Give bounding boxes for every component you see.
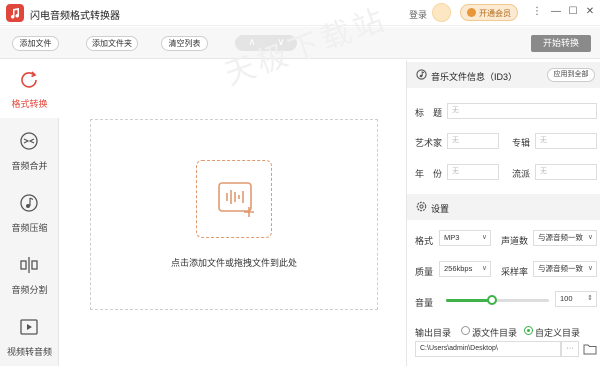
samplerate-label: 采样率 <box>501 267 529 277</box>
id3-header: 音乐文件信息（ID3） 应用到全部 <box>407 62 600 88</box>
video-icon <box>20 319 38 335</box>
login-link[interactable]: 登录 <box>409 8 427 21</box>
sidebar-item-merge[interactable]: 音频合并 <box>0 122 59 180</box>
add-audio-icon <box>196 160 272 238</box>
music-info-icon <box>416 69 427 80</box>
convert-icon <box>21 71 37 88</box>
merge-icon <box>20 132 38 150</box>
avatar[interactable] <box>432 3 451 22</box>
album-input[interactable]: 无 <box>535 133 597 149</box>
app-logo-icon <box>6 4 24 22</box>
samplerate-select[interactable]: 与源音频一致 ∨ <box>533 261 597 277</box>
channels-select[interactable]: 与源音频一致 ∨ <box>533 230 597 246</box>
radio-custom-dir[interactable] <box>524 326 533 335</box>
format-select[interactable]: MP3 ∨ <box>439 230 491 246</box>
quality-label: 质量 <box>415 267 434 277</box>
title-bar: 闪电音频格式转换器 登录 开通会员 ⋮ — ☐ ✕ <box>0 0 600 26</box>
file-drop-zone[interactable]: 点击添加文件或拖拽文件到此处 <box>90 119 378 310</box>
right-panel: 音乐文件信息（ID3） 应用到全部 标 题 无 艺术家 无 专辑 无 年 份 无… <box>406 60 600 366</box>
gear-icon <box>416 201 427 212</box>
move-buttons: ∧ ∨ <box>235 35 297 51</box>
chevron-down-icon: ∨ <box>587 234 593 241</box>
app-title: 闪电音频格式转换器 <box>30 11 120 22</box>
title-input[interactable]: 无 <box>447 103 597 119</box>
apply-all-button[interactable]: 应用到全部 <box>547 68 595 82</box>
close-button[interactable]: ✕ <box>583 5 597 19</box>
title-label: 标 题 <box>415 108 443 118</box>
start-convert-button[interactable]: 开始转换 <box>531 35 591 52</box>
vip-button[interactable]: 开通会员 <box>460 4 518 21</box>
volume-label: 音量 <box>415 298 434 308</box>
folder-icon[interactable] <box>583 343 597 355</box>
add-file-button[interactable]: 添加文件 <box>12 36 59 51</box>
crown-icon <box>467 8 476 17</box>
add-folder-button[interactable]: 添加文件夹 <box>86 36 138 51</box>
radio-source-dir[interactable] <box>461 326 470 335</box>
volume-slider-fill <box>446 299 493 302</box>
sidebar-item-format-convert[interactable]: 格式转换 <box>0 60 59 118</box>
year-input[interactable]: 无 <box>447 164 499 180</box>
source-dir-label: 源文件目录 <box>472 328 518 338</box>
settings-header: 设置 <box>407 194 600 220</box>
sidebar-item-split[interactable]: 音频分割 <box>0 246 59 304</box>
menu-button[interactable]: ⋮ <box>530 5 544 19</box>
output-path-field[interactable]: C:\Users\admin\Desktop\ <box>415 341 561 357</box>
quality-select[interactable]: 256kbps ∨ <box>439 261 491 277</box>
split-icon <box>20 257 38 273</box>
output-label: 输出目录 <box>415 328 452 338</box>
minimize-button[interactable]: — <box>549 5 563 19</box>
chevron-down-icon: ∨ <box>481 234 487 241</box>
chevron-down-icon: ⇕ <box>587 295 593 302</box>
genre-label: 流派 <box>512 169 531 179</box>
genre-input[interactable]: 无 <box>535 164 597 180</box>
sidebar-item-video-to-audio[interactable]: 视频转音频 <box>0 308 59 366</box>
sidebar: 格式转换 音频合并 音频压缩 音频分割 视频转音频 <box>0 60 59 366</box>
browse-more-button[interactable]: ··· <box>561 341 579 357</box>
drop-hint: 点击添加文件或拖拽文件到此处 <box>170 258 297 268</box>
move-up-button[interactable]: ∧ <box>237 36 267 50</box>
album-label: 专辑 <box>512 138 531 148</box>
toolbar: 添加文件 添加文件夹 清空列表 ∧ ∨ 开始转换 <box>0 27 600 59</box>
format-label: 格式 <box>415 236 434 246</box>
clear-list-button[interactable]: 清空列表 <box>161 36 208 51</box>
compress-icon <box>20 194 38 212</box>
move-down-button[interactable]: ∨ <box>266 36 296 50</box>
year-label: 年 份 <box>415 169 443 179</box>
custom-dir-label: 自定义目录 <box>535 328 581 338</box>
volume-slider[interactable] <box>446 295 549 305</box>
artist-label: 艺术家 <box>415 138 443 148</box>
chevron-down-icon: ∨ <box>481 265 487 272</box>
maximize-button[interactable]: ☐ <box>566 5 580 19</box>
chevron-down-icon: ∨ <box>587 265 593 272</box>
artist-input[interactable]: 无 <box>447 133 499 149</box>
volume-input[interactable]: 100 ⇕ <box>555 291 597 307</box>
channels-label: 声道数 <box>501 236 529 246</box>
sidebar-item-compress[interactable]: 音频压缩 <box>0 184 59 242</box>
